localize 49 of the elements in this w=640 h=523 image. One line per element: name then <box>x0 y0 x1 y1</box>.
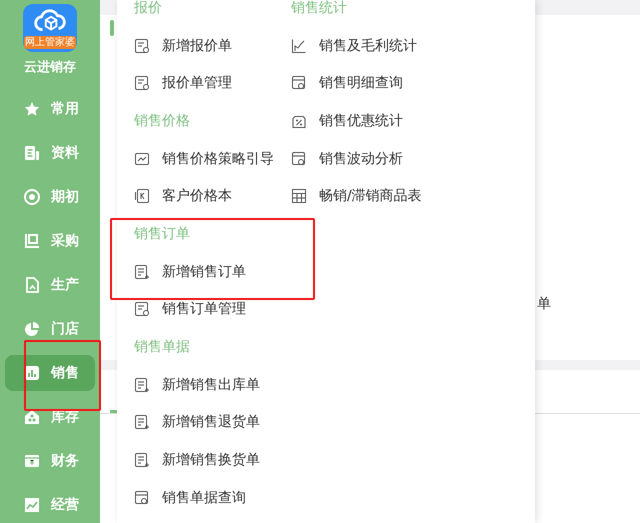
document-icon <box>291 150 307 167</box>
cloud-cube-icon <box>33 7 67 33</box>
nav-icon <box>24 233 40 249</box>
menu-section-heading: 销售订单 <box>134 224 190 243</box>
nav-icon <box>24 277 40 293</box>
menu-item[interactable]: 畅销/滞销商品表 <box>319 187 422 206</box>
document-icon <box>134 188 150 204</box>
menu-section-heading: 销售价格 <box>134 112 190 130</box>
menu-item[interactable]: 销售波动分析 <box>319 150 403 168</box>
nav-icon <box>24 145 40 161</box>
menu-item[interactable]: 客户价格本 <box>162 187 232 206</box>
nav-icon <box>24 453 40 469</box>
document-icon <box>134 264 150 280</box>
document-icon <box>134 150 150 167</box>
nav-icon <box>24 101 40 117</box>
menu-item[interactable]: 销售价格策略引导 <box>162 150 274 168</box>
document-icon <box>134 376 150 393</box>
menu-item[interactable]: 新增销售退货单 <box>162 413 260 432</box>
nav-icon <box>24 409 40 425</box>
nav-icon <box>24 365 40 381</box>
menu-section-heading: 报价 <box>134 0 162 17</box>
page-text: 单 <box>537 295 551 313</box>
document-icon <box>134 301 150 318</box>
menu-item[interactable]: 销售及毛利统计 <box>319 36 417 55</box>
document-icon <box>134 490 150 506</box>
document-icon <box>291 75 307 92</box>
menu-section-heading: 销售单据 <box>134 338 190 356</box>
menu-item[interactable]: 新增销售换货单 <box>162 451 260 470</box>
nav-icon <box>24 189 40 205</box>
app-title: 云进销存 <box>24 59 76 76</box>
menu-item[interactable]: 新增销售订单 <box>162 262 246 281</box>
document-icon <box>291 38 307 54</box>
section-marker <box>110 20 114 36</box>
document-icon <box>134 38 150 54</box>
menu-item[interactable]: 销售订单管理 <box>162 300 246 318</box>
logo-badge: 网上管家婆 <box>24 36 76 49</box>
document-icon <box>134 75 150 92</box>
document-icon <box>134 414 150 430</box>
menu-section-heading: 销售统计 <box>291 0 347 17</box>
menu-item[interactable]: 新增报价单 <box>162 36 232 55</box>
nav-icon <box>24 497 40 513</box>
menu-item[interactable]: 销售明细查询 <box>319 74 403 92</box>
nav-icon <box>24 321 40 337</box>
menu-item[interactable]: 新增销售出库单 <box>162 376 260 394</box>
document-icon <box>134 452 150 468</box>
menu-item[interactable]: 报价单管理 <box>162 74 232 92</box>
menu-item[interactable]: 销售优惠统计 <box>319 112 403 130</box>
document-icon <box>291 188 307 204</box>
menu-item[interactable]: 销售单据查询 <box>162 488 246 507</box>
